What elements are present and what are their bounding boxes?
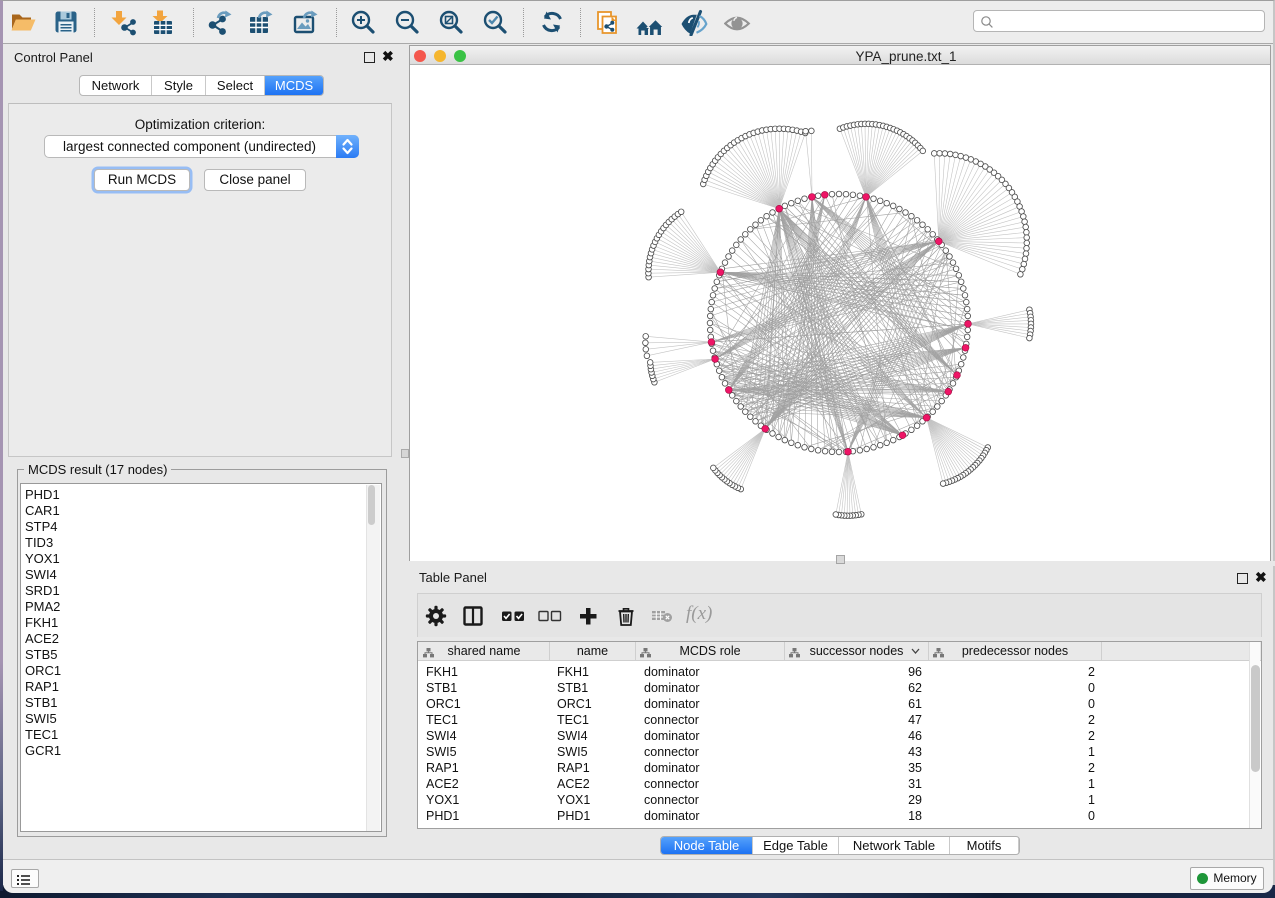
svg-text:f(x): f(x) [686,603,712,624]
